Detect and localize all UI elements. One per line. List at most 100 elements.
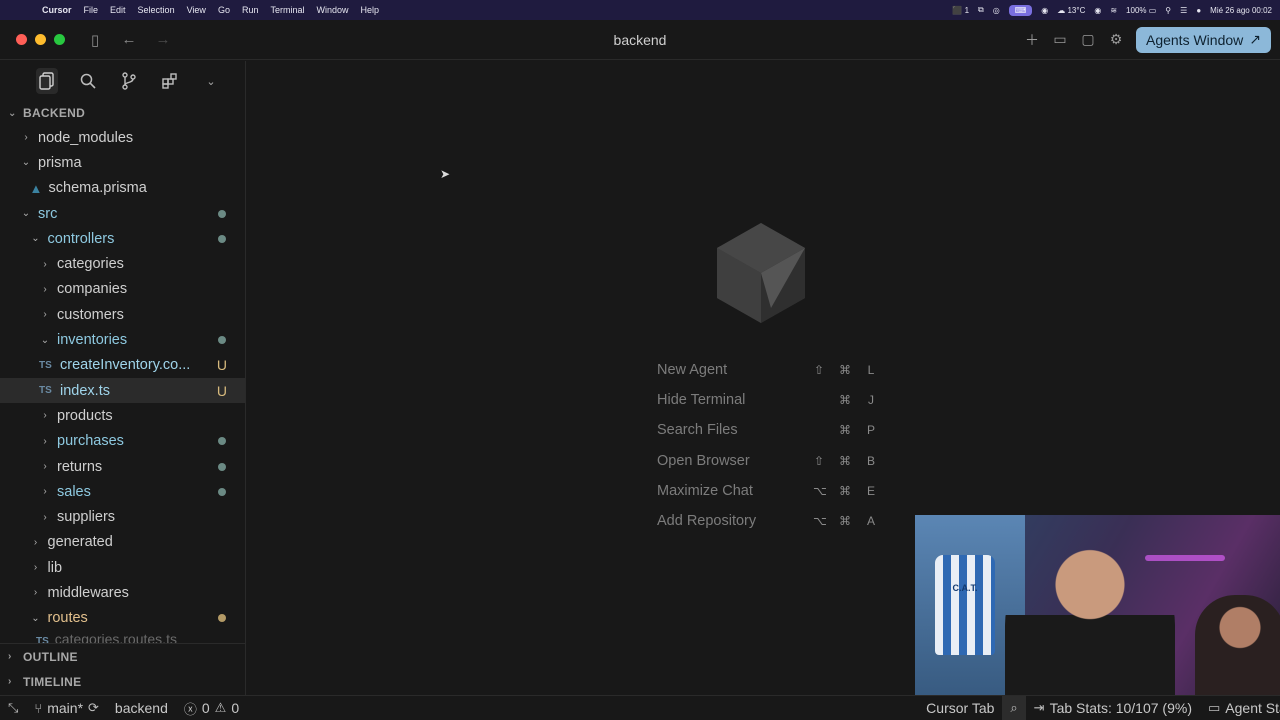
folder-row[interactable]: › middlewares: [0, 580, 245, 605]
folder-row[interactable]: › returns: [0, 454, 245, 479]
folder-row[interactable]: › companies: [0, 277, 245, 302]
siri-icon[interactable]: ●: [1196, 6, 1201, 15]
record-icon[interactable]: ◉: [1094, 6, 1101, 15]
battery-text: 100%: [1126, 5, 1147, 15]
toggle-panel-icon[interactable]: ▭: [1052, 31, 1068, 48]
notification-icon[interactable]: ⬛ 1: [952, 6, 969, 15]
clock[interactable]: Mié 26 ago 00:02: [1210, 6, 1272, 15]
zoom-indicator[interactable]: ⌕: [1002, 695, 1026, 720]
folder-row[interactable]: ⌄ inventories: [0, 327, 245, 352]
problems-indicator[interactable]: ⓧ 0 ⚠ 0: [176, 696, 247, 720]
chevron-down-icon[interactable]: ⌄: [200, 68, 222, 94]
menu-view[interactable]: View: [181, 5, 212, 15]
weather-widget[interactable]: ☁ 13°C: [1057, 6, 1085, 15]
workspace-indicator[interactable]: backend: [107, 696, 176, 720]
spotlight-icon[interactable]: ⚲: [1165, 6, 1171, 15]
shortcut-key: E: [866, 484, 875, 498]
chat-icon[interactable]: ▢: [1080, 31, 1096, 48]
folder-row[interactable]: › customers: [0, 302, 245, 327]
folder-row[interactable]: ⌄ src: [0, 201, 245, 226]
git-branch-icon[interactable]: [118, 68, 140, 94]
git-status-badge: U: [216, 382, 227, 399]
menu-file[interactable]: File: [78, 5, 105, 15]
network-icon[interactable]: ◎: [993, 6, 1000, 15]
screenshot-icon[interactable]: ⧉: [978, 5, 984, 15]
shortcut-label: Add Repository: [657, 513, 757, 529]
external-arrow-icon: ↗: [1249, 31, 1261, 47]
wifi-icon[interactable]: ≋: [1110, 6, 1117, 15]
forward-arrow-icon[interactable]: →: [155, 31, 171, 48]
folder-row[interactable]: › purchases: [0, 429, 245, 454]
tree-row-partial[interactable]: TS categories.routes.ts: [0, 631, 245, 643]
control-center-icon[interactable]: ☰: [1180, 6, 1187, 15]
menu-help[interactable]: Help: [355, 5, 386, 15]
tab-stats-indicator[interactable]: ⇥ Tab Stats: 10/107 (9%): [1026, 696, 1200, 720]
shortcut-key: J: [868, 393, 874, 407]
wifi-status-icon[interactable]: ◉: [1041, 6, 1048, 15]
agents-window-label: Agents Window: [1145, 31, 1244, 48]
folder-row[interactable]: › products: [0, 403, 245, 428]
folder-row[interactable]: › lib: [0, 555, 245, 580]
menu-edit[interactable]: Edit: [104, 5, 132, 15]
folder-row[interactable]: › generated: [0, 530, 245, 555]
agent-status-label: Agent Sta: [1225, 700, 1280, 716]
shortcut-item[interactable]: Search Files ⌘ P: [657, 419, 877, 441]
shortcut-item[interactable]: Hide Terminal ⌘ J: [657, 389, 877, 411]
agents-window-button[interactable]: Agents Window ↗: [1135, 26, 1271, 53]
explorer-section-header[interactable]: ⌄ BACKEND: [0, 101, 245, 125]
folder-row[interactable]: ⌄ routes: [0, 606, 245, 631]
toggle-sidebar-icon[interactable]: ▯: [87, 31, 103, 49]
keyboard-icon[interactable]: ⌨: [1008, 4, 1033, 16]
plus-icon[interactable]: ＋: [1024, 30, 1040, 50]
menu-terminal[interactable]: Terminal: [264, 5, 310, 15]
shortcut-label: Hide Terminal: [657, 392, 746, 408]
menu-app[interactable]: Cursor: [36, 5, 78, 15]
close-window-button[interactable]: [16, 34, 27, 45]
settings-gear-icon[interactable]: ⚙: [1108, 31, 1124, 48]
shortcut-key: ⌘: [839, 363, 851, 377]
folder-row[interactable]: ⌄ controllers: [0, 226, 245, 251]
folder-row[interactable]: › sales: [0, 479, 245, 504]
shortcut-item[interactable]: Add Repository ⌥ ⌘ A: [657, 510, 877, 532]
chevron-down-icon: ⌄: [21, 157, 31, 169]
prisma-file-icon: ▲: [29, 180, 43, 196]
webcam-overlay: C.A.T.: [915, 515, 1280, 720]
minimize-window-button[interactable]: [35, 34, 46, 45]
battery-widget[interactable]: 100% ▭: [1126, 6, 1156, 15]
file-row[interactable]: ▲ schema.prisma: [0, 176, 245, 201]
cursor-logo-icon: [717, 223, 805, 323]
file-row[interactable]: TS index.ts U: [0, 377, 245, 404]
remote-indicator[interactable]: ⤡: [0, 696, 26, 720]
tree-item-label: companies: [57, 281, 128, 298]
search-icon[interactable]: [77, 68, 99, 94]
menubar-tray: ⬛ 1 ⧉ ◎ ⌨ ◉ ☁ 13°C ◉ ≋ 100% ▭ ⚲ ☰ ● Mié …: [952, 4, 1280, 16]
back-arrow-icon[interactable]: ←: [121, 31, 137, 48]
folder-row[interactable]: › categories: [0, 251, 245, 276]
extensions-icon[interactable]: [159, 68, 181, 94]
file-row[interactable]: TS createInventory.co... U: [0, 353, 245, 378]
cursor-tab-indicator[interactable]: Cursor Tab: [918, 696, 1002, 720]
files-icon[interactable]: [36, 68, 58, 94]
notification-count: 1: [964, 5, 970, 15]
shortcut-keys: ⌘ P: [839, 423, 877, 437]
outline-section-header[interactable]: › OUTLINE: [0, 644, 245, 669]
menu-window[interactable]: Window: [310, 5, 354, 15]
menu-run[interactable]: Run: [236, 5, 265, 15]
branch-name: main*: [47, 700, 84, 716]
tree-item-label: routes: [47, 610, 88, 627]
shortcut-item[interactable]: New Agent ⇧ ⌘ L: [657, 359, 877, 381]
menu-go[interactable]: Go: [212, 5, 236, 15]
agent-icon: ▭: [1208, 700, 1221, 715]
agent-status-indicator[interactable]: ▭ Agent Sta: [1200, 696, 1280, 720]
menu-selection[interactable]: Selection: [132, 5, 181, 15]
folder-row[interactable]: › suppliers: [0, 504, 245, 529]
shortcut-item[interactable]: Maximize Chat ⌥ ⌘ E: [657, 480, 877, 502]
typescript-file-icon: TS: [39, 359, 52, 371]
folder-row[interactable]: › node_modules: [0, 125, 245, 150]
maximize-window-button[interactable]: [54, 34, 65, 45]
folder-row[interactable]: ⌄ prisma: [0, 150, 245, 175]
shortcut-item[interactable]: Open Browser ⇧ ⌘ B: [657, 450, 877, 472]
branch-indicator[interactable]: ⑂ main* ⟳: [26, 696, 107, 720]
tree-row-label: categories.routes.ts: [54, 630, 177, 643]
timeline-section-header[interactable]: › TIMELINE: [0, 669, 245, 694]
